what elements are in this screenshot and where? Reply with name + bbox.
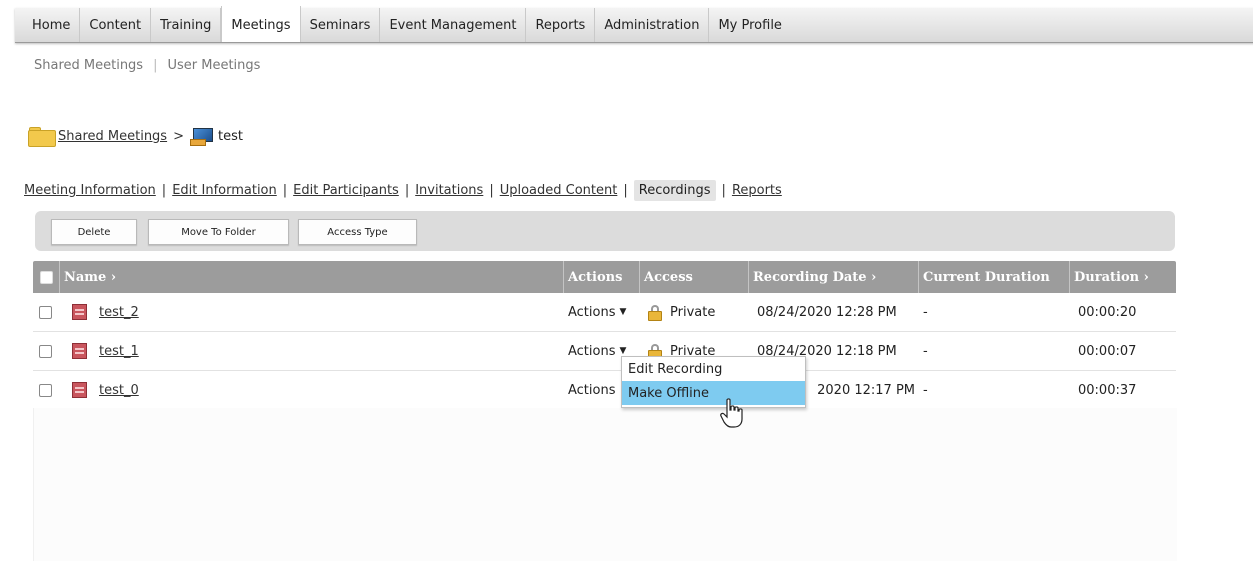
access-type-button[interactable]: Access Type xyxy=(298,219,417,245)
link-reports[interactable]: Reports xyxy=(732,183,782,198)
tab-event-management[interactable]: Event Management xyxy=(380,8,527,42)
table-empty-area xyxy=(33,408,1177,561)
current-duration: - xyxy=(923,343,928,359)
recording-icon xyxy=(72,304,87,320)
link-separator: | xyxy=(721,183,726,198)
row-checkbox[interactable] xyxy=(39,305,52,319)
header-current-duration[interactable]: Current Duration xyxy=(919,261,1070,293)
table-row: test_2 Actions ▼ Private 08/24/2020 12:28… xyxy=(33,293,1176,332)
actions-label: Actions xyxy=(568,304,616,320)
caret-down-icon: ▼ xyxy=(619,307,627,317)
tab-content[interactable]: Content xyxy=(80,8,152,42)
link-edit-participants[interactable]: Edit Participants xyxy=(293,183,399,198)
menu-item-make-offline[interactable]: Make Offline xyxy=(622,381,805,405)
row-select-cell xyxy=(33,293,60,331)
hand-cursor-icon xyxy=(720,398,743,428)
name-cell: test_1 xyxy=(60,332,564,370)
row-checkbox[interactable] xyxy=(39,383,52,397)
actions-label: Actions xyxy=(568,343,616,359)
row-select-cell xyxy=(33,332,60,370)
name-cell: test_0 xyxy=(60,371,564,409)
access-value: Private xyxy=(670,304,716,320)
lock-icon xyxy=(648,305,662,321)
access-cell: Private xyxy=(640,293,749,331)
meeting-links: Meeting Information | Edit Information |… xyxy=(24,180,782,201)
breadcrumb-separator: > xyxy=(173,128,184,144)
current-duration: - xyxy=(923,382,928,398)
subnav-shared-meetings[interactable]: Shared Meetings xyxy=(34,58,143,73)
recording-link[interactable]: test_0 xyxy=(99,383,139,398)
header-recording-date[interactable]: Recording Date › xyxy=(749,261,919,293)
breadcrumb-shared-meetings-link[interactable]: Shared Meetings xyxy=(58,129,167,144)
row-select-cell xyxy=(33,371,60,409)
link-separator: | xyxy=(282,183,288,198)
tab-training[interactable]: Training xyxy=(151,8,222,42)
folder-icon xyxy=(28,127,56,147)
top-nav: Home Content Training Meetings Seminars … xyxy=(15,6,1253,43)
header-access[interactable]: Access xyxy=(640,261,749,293)
recording-link[interactable]: test_2 xyxy=(99,305,139,320)
link-meeting-information[interactable]: Meeting Information xyxy=(24,183,156,198)
link-recordings[interactable]: Recordings xyxy=(633,180,716,201)
duration: 00:00:37 xyxy=(1078,382,1137,398)
menu-item-edit-recording[interactable]: Edit Recording xyxy=(622,357,805,381)
link-edit-information[interactable]: Edit Information xyxy=(172,183,277,198)
select-all-checkbox[interactable] xyxy=(39,270,53,284)
link-separator: | xyxy=(404,183,410,198)
header-actions: Actions xyxy=(564,261,640,293)
header-duration[interactable]: Duration › xyxy=(1070,261,1176,293)
table-header: Name › Actions Access Recording Date › C… xyxy=(33,261,1176,293)
move-to-folder-button[interactable]: Move To Folder xyxy=(148,219,289,245)
recording-icon xyxy=(72,382,87,398)
tab-meetings[interactable]: Meetings xyxy=(221,6,301,42)
actions-label: Actions xyxy=(568,382,616,398)
tab-reports[interactable]: Reports xyxy=(526,8,596,42)
recordings-toolbar: Delete Move To Folder Access Type xyxy=(35,211,1175,251)
recording-icon xyxy=(72,343,87,359)
current-duration: - xyxy=(923,304,928,320)
link-separator: | xyxy=(623,183,628,198)
name-cell: test_2 xyxy=(60,293,564,331)
breadcrumb: Shared Meetings > test xyxy=(28,127,243,147)
recording-date: 08/24/2020 12:28 PM xyxy=(757,304,897,320)
breadcrumb-current: test xyxy=(218,128,243,144)
duration: 00:00:07 xyxy=(1078,343,1137,359)
link-invitations[interactable]: Invitations xyxy=(415,183,483,198)
subnav-user-meetings[interactable]: User Meetings xyxy=(167,58,260,73)
tab-home[interactable]: Home xyxy=(23,8,81,42)
recordings-table: Name › Actions Access Recording Date › C… xyxy=(33,261,1176,410)
tab-my-profile[interactable]: My Profile xyxy=(709,8,790,42)
link-separator: | xyxy=(161,183,167,198)
actions-menu: Edit Recording Make Offline xyxy=(621,356,806,408)
duration: 00:00:20 xyxy=(1078,304,1137,320)
table-row: test_1 Actions ▼ Private 08/24/2020 12:18… xyxy=(33,332,1176,371)
subnav-separator: | xyxy=(153,58,158,73)
header-name[interactable]: Name › xyxy=(60,261,564,293)
tab-seminars[interactable]: Seminars xyxy=(301,8,381,42)
caret-down-icon: ▼ xyxy=(619,346,627,356)
recording-link[interactable]: test_1 xyxy=(99,344,139,359)
meeting-icon xyxy=(190,128,213,146)
delete-button[interactable]: Delete xyxy=(51,219,137,245)
actions-dropdown[interactable]: Actions ▼ xyxy=(564,293,640,331)
tab-administration[interactable]: Administration xyxy=(595,8,710,42)
table-row: test_0 Actions 2020 12:17 PM - 00:00:37 xyxy=(33,371,1176,410)
select-all-cell xyxy=(33,261,60,293)
row-checkbox[interactable] xyxy=(39,344,52,358)
link-separator: | xyxy=(489,183,494,198)
sub-nav: Shared Meetings | User Meetings xyxy=(34,58,260,73)
link-uploaded-content[interactable]: Uploaded Content xyxy=(500,183,618,198)
